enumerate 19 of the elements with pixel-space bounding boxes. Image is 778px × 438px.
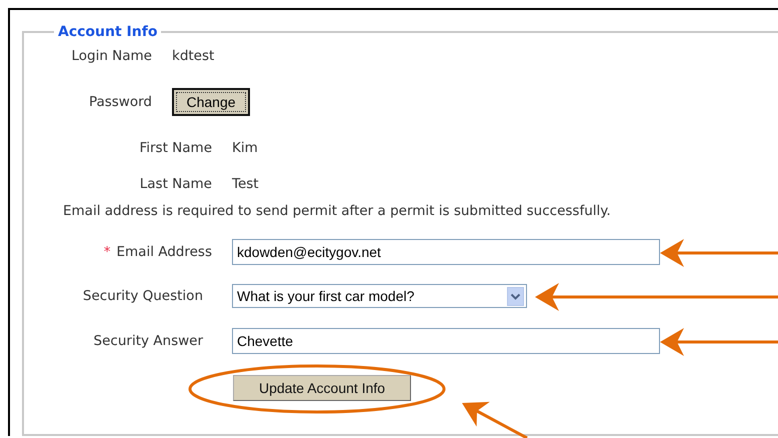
field-label: Last Name: [138, 176, 212, 192]
field-value: Kim: [232, 140, 258, 156]
field-label: Login Name: [70, 48, 152, 64]
field-label: Password: [88, 94, 152, 110]
field-label: First Name: [138, 140, 212, 156]
input-field[interactable]: kdowden@ecitygov.net: [232, 239, 660, 265]
field-label: Security Question: [82, 288, 203, 304]
change-button[interactable]: Change: [172, 88, 250, 116]
annotation-arrow: [462, 402, 528, 438]
field-label: Security Answer: [94, 333, 203, 349]
required-mark: *: [104, 244, 110, 260]
email-note: Email address is required to send permit after a permit is submitted successfully.: [63, 203, 611, 219]
input-field[interactable]: Chevette: [232, 328, 660, 354]
field-value: kdtest: [172, 48, 214, 64]
field-value: Test: [232, 176, 259, 192]
field-label: Email Address: [116, 244, 212, 260]
section-title: Account Info: [57, 24, 158, 40]
dropdown-field[interactable]: What is your first car model?: [232, 284, 527, 308]
update-account-info-button[interactable]: Update Account Info: [233, 375, 411, 401]
